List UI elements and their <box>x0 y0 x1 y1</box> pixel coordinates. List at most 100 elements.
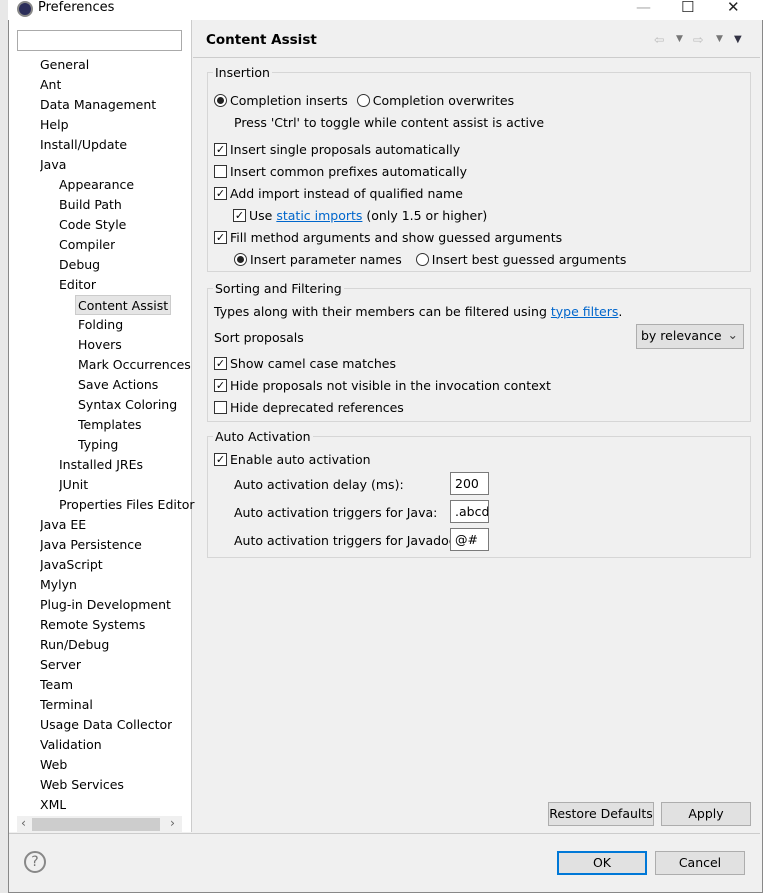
tree-item[interactable]: Java Persistence <box>40 535 142 555</box>
scrollbar-thumb[interactable] <box>32 818 160 831</box>
tree-item[interactable]: Appearance <box>59 175 134 195</box>
tree-item[interactable]: Build Path <box>59 195 122 215</box>
tree-item[interactable]: Typing <box>78 435 118 455</box>
tree-item[interactable]: Plug-in Development <box>40 595 171 615</box>
eclipse-icon <box>17 1 33 17</box>
apply-button[interactable]: Apply <box>661 802 751 826</box>
fill-arguments-label: Fill method arguments and show guessed a… <box>230 229 563 245</box>
scroll-left-icon[interactable]: ‹ <box>21 815 26 830</box>
tree-item[interactable]: Mark Occurrences <box>78 355 191 375</box>
camel-case-checkbox[interactable]: ✓ <box>214 356 227 370</box>
use-static-imports-checkbox[interactable]: ✓ <box>233 208 246 222</box>
maximize-button[interactable]: ☐ <box>681 0 694 16</box>
tree-item[interactable]: Properties Files Editor <box>59 495 195 515</box>
delay-input[interactable]: 200 <box>450 472 489 495</box>
tree-item[interactable]: General <box>40 55 89 75</box>
type-filters-text: Types along with their members can be fi… <box>214 303 547 319</box>
javadoc-triggers-input[interactable]: @# <box>450 528 489 551</box>
tree-item[interactable]: Java EE <box>40 515 86 535</box>
help-icon[interactable]: ? <box>24 851 46 873</box>
add-import-label: Add import instead of qualified name <box>230 185 463 201</box>
cancel-button[interactable]: Cancel <box>655 851 745 875</box>
parameter-names-radio[interactable] <box>234 252 247 266</box>
common-prefixes-checkbox[interactable] <box>214 164 227 178</box>
completion-inserts-radio[interactable] <box>214 93 227 107</box>
tree-item[interactable]: Terminal <box>40 695 93 715</box>
best-guessed-label: Insert best guessed arguments <box>431 251 627 267</box>
tree-item[interactable]: Install/Update <box>40 135 127 155</box>
fill-arguments-checkbox[interactable]: ✓ <box>214 230 227 244</box>
completion-overwrites-label: Completion overwrites <box>372 92 515 108</box>
hide-proposals-label: Hide proposals not visible in the invoca… <box>230 377 551 393</box>
filter-input[interactable] <box>17 30 182 51</box>
close-button[interactable]: ✕ <box>727 0 740 16</box>
tree-item[interactable]: Usage Data Collector <box>40 715 172 735</box>
parameter-names-label: Insert parameter names <box>250 251 402 267</box>
tree-item[interactable]: Team <box>40 675 73 695</box>
enable-auto-activation-label: Enable auto activation <box>230 451 371 467</box>
sorting-label: Sorting and Filtering <box>213 281 344 296</box>
divider <box>9 833 760 834</box>
best-guessed-radio[interactable] <box>415 252 429 266</box>
tree-item[interactable]: Ant <box>40 75 61 95</box>
tree-item[interactable]: Java <box>40 155 66 175</box>
tree-item[interactable]: Data Management <box>40 95 156 115</box>
minimize-button[interactable]: — <box>636 0 651 16</box>
tree-item[interactable]: Editor <box>59 275 96 295</box>
tree-item[interactable]: Server <box>40 655 81 675</box>
javadoc-triggers-label: Auto activation triggers for Javadoc: <box>234 532 460 548</box>
hide-deprecated-label: Hide deprecated references <box>230 399 404 415</box>
tree-item[interactable]: Hovers <box>78 335 122 355</box>
forward-dropdown-icon[interactable]: ▼ <box>716 34 723 44</box>
tree-item[interactable]: Web Services <box>40 775 124 795</box>
tree-item[interactable]: Validation <box>40 735 102 755</box>
restore-defaults-button[interactable]: Restore Defaults <box>548 802 654 826</box>
tree-item[interactable]: JavaScript <box>40 555 103 575</box>
tree-item[interactable]: Templates <box>78 415 142 435</box>
type-filters-link[interactable]: type filters <box>551 304 619 319</box>
sort-proposals-select[interactable]: by relevance ⌄ <box>636 324 744 349</box>
background-window <box>0 0 8 893</box>
tree-item[interactable]: XML <box>40 795 66 815</box>
only-label: (only 1.5 or higher) <box>366 207 488 223</box>
tree-item[interactable]: Installed JREs <box>59 455 143 475</box>
tree-item[interactable]: Save Actions <box>78 375 158 395</box>
static-imports-link[interactable]: static imports <box>276 208 362 223</box>
tree-item[interactable]: Code Style <box>59 215 126 235</box>
insertion-label: Insertion <box>213 65 272 80</box>
tree-item[interactable]: Folding <box>78 315 123 335</box>
hide-deprecated-checkbox[interactable] <box>214 400 227 414</box>
back-icon[interactable]: ⇦ <box>654 32 664 47</box>
single-proposals-checkbox[interactable]: ✓ <box>214 142 227 156</box>
page-title: Content Assist <box>206 32 317 48</box>
completion-inserts-label: Completion inserts <box>230 92 348 108</box>
tree-item[interactable]: Web <box>40 755 67 775</box>
tree-item[interactable]: Syntax Coloring <box>78 395 177 415</box>
forward-icon[interactable]: ⇨ <box>693 32 703 47</box>
scroll-right-icon[interactable]: › <box>170 815 175 830</box>
common-prefixes-label: Insert common prefixes automatically <box>230 163 468 179</box>
tree-item[interactable]: Remote Systems <box>40 615 145 635</box>
tree-item[interactable]: Compiler <box>59 235 115 255</box>
tree-item[interactable]: JUnit <box>59 475 88 495</box>
sort-value: by relevance <box>641 328 722 343</box>
hide-proposals-checkbox[interactable]: ✓ <box>214 378 227 392</box>
back-dropdown-icon[interactable]: ▼ <box>676 34 683 44</box>
add-import-checkbox[interactable]: ✓ <box>214 186 227 200</box>
use-label: Use <box>249 207 273 223</box>
ok-button[interactable]: OK <box>557 851 647 875</box>
sort-proposals-label: Sort proposals <box>214 329 304 345</box>
camel-case-label: Show camel case matches <box>230 355 396 371</box>
tree-item[interactable]: Help <box>40 115 69 135</box>
java-triggers-input[interactable]: .abcd <box>450 500 489 523</box>
completion-overwrites-radio[interactable] <box>356 93 370 107</box>
tree-item[interactable]: Run/Debug <box>40 635 109 655</box>
delay-label: Auto activation delay (ms): <box>234 476 404 492</box>
tree-item[interactable]: Mylyn <box>40 575 77 595</box>
view-menu-icon[interactable]: ▼ <box>734 34 742 45</box>
tree-item[interactable]: Debug <box>59 255 100 275</box>
window-title: Preferences <box>38 0 115 15</box>
toggle-hint: Press 'Ctrl' to toggle while content ass… <box>234 114 545 130</box>
tree-item[interactable]: Content Assist <box>75 295 172 315</box>
enable-auto-activation-checkbox[interactable]: ✓ <box>214 452 227 466</box>
